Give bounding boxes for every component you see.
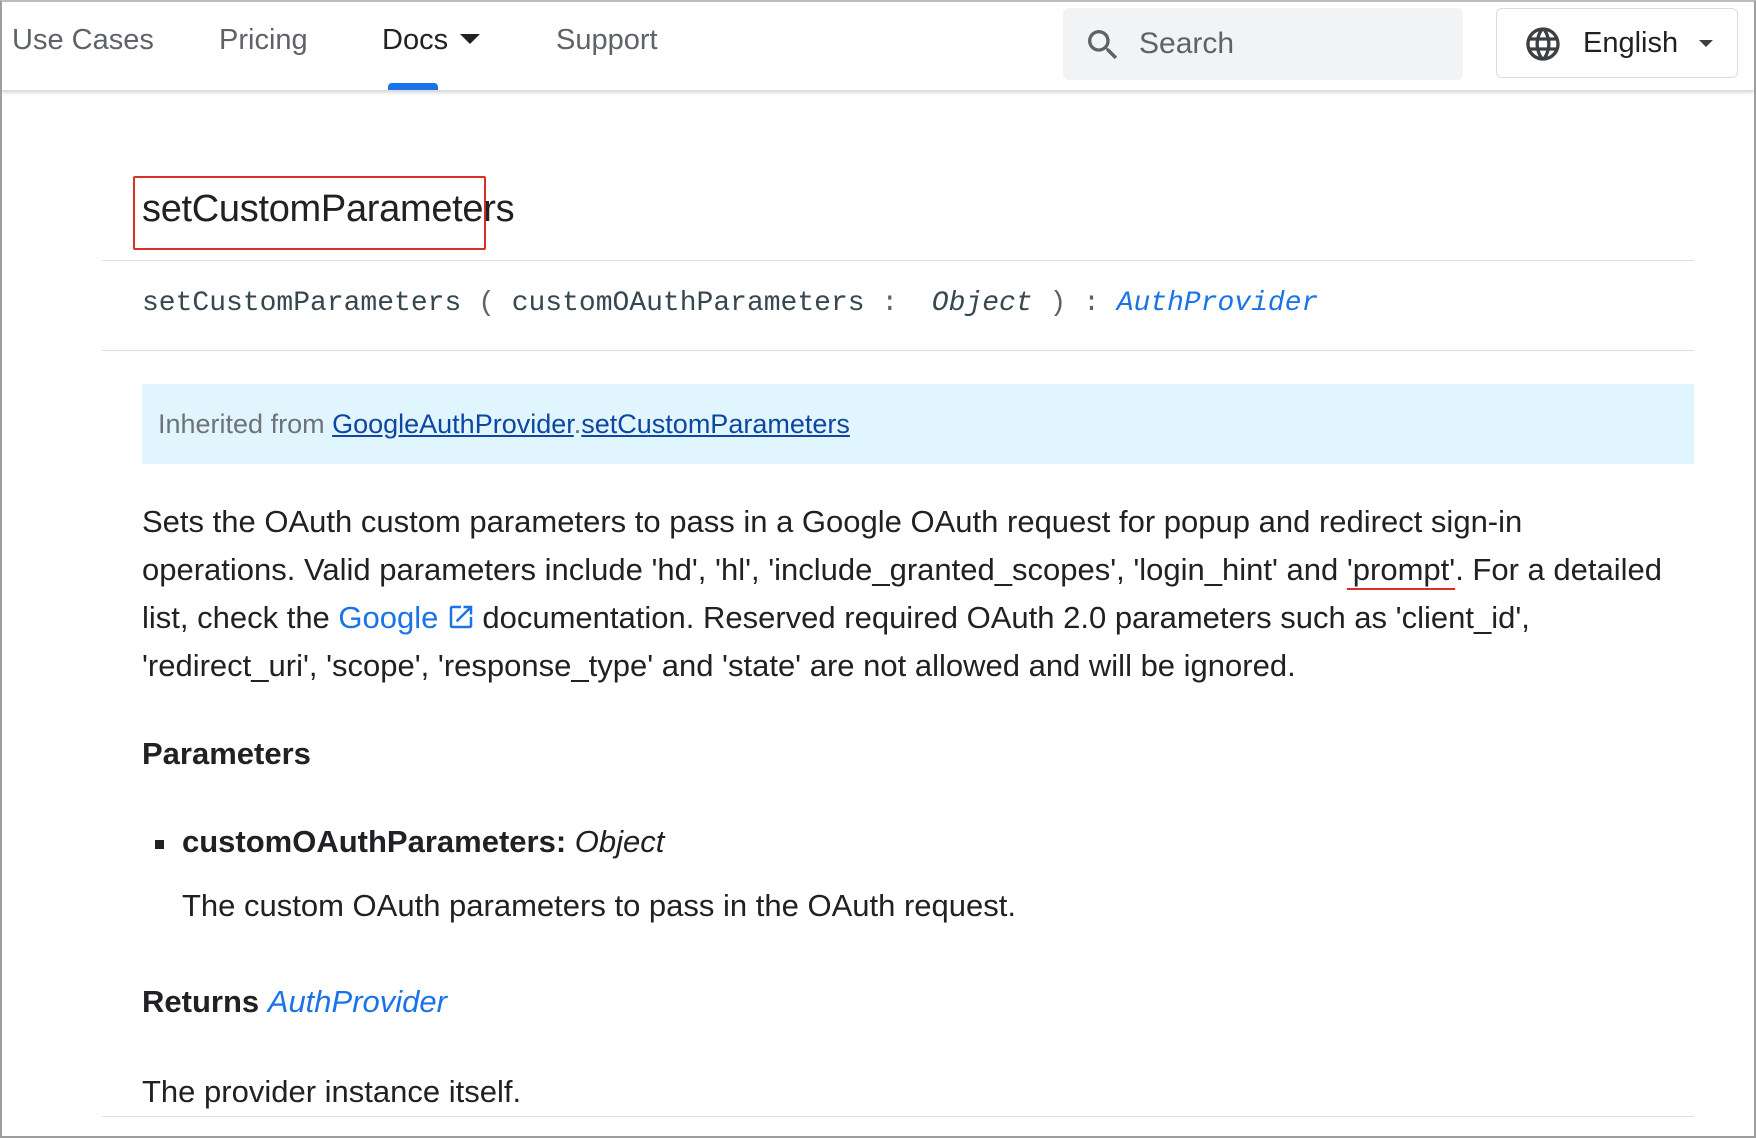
language-selector[interactable]: English	[1496, 8, 1738, 78]
divider	[102, 350, 1694, 351]
description-text: list, check the	[142, 600, 339, 635]
description-text: . For a detailed	[1455, 552, 1662, 587]
description-line: Sets the OAuth custom parameters to pass…	[142, 504, 1523, 539]
returns-type-link[interactable]: AuthProvider	[268, 984, 447, 1019]
inherited-note: Inherited from GoogleAuthProvider.setCus…	[142, 384, 1694, 464]
description-line: 'redirect_uri', 'scope', 'response_type'…	[142, 648, 1296, 683]
signature-close-paren: )	[1049, 288, 1067, 319]
nav-item-docs-label: Docs	[382, 24, 449, 56]
description-line: operations. Valid parameters include 'hd…	[142, 546, 1704, 594]
signature-return-type-link[interactable]: AuthProvider	[1117, 288, 1319, 319]
method-title: setCustomParameters	[142, 188, 515, 230]
parameters-heading: Parameters	[142, 736, 311, 771]
parameter-name: customOAuthParameters:	[182, 824, 567, 859]
nav-item-use-cases[interactable]: Use Cases	[12, 24, 154, 57]
method-signature: setCustomParameters ( customOAuthParamet…	[142, 288, 1318, 319]
inherited-prefix: Inherited from	[158, 409, 325, 439]
parameter-item: customOAuthParameters: Object	[182, 824, 664, 860]
parameter-type: Object	[574, 824, 665, 859]
description-text: operations. Valid parameters include 'hd…	[142, 552, 1347, 587]
inherited-method-link[interactable]: setCustomParameters	[581, 409, 850, 439]
nav-item-support[interactable]: Support	[556, 24, 658, 57]
parameter-description: The custom OAuth parameters to pass in t…	[182, 888, 1016, 923]
search-input[interactable]	[1139, 24, 1439, 64]
description-text: documentation. Reserved required OAuth 2…	[482, 600, 1530, 635]
chevron-down-icon	[1699, 40, 1713, 47]
google-docs-link[interactable]: Google	[338, 600, 438, 635]
inherited-class-link[interactable]: GoogleAuthProvider	[332, 409, 574, 439]
method-description: Sets the OAuth custom parameters to pass…	[142, 498, 1704, 690]
returns-row: Returns AuthProvider	[142, 984, 447, 1020]
returns-label: Returns	[142, 984, 260, 1019]
divider	[102, 1116, 1694, 1117]
language-label: English	[1583, 27, 1679, 59]
top-navigation: Use Cases Pricing Docs Support English	[2, 2, 1754, 91]
nav-item-docs[interactable]: Docs	[382, 24, 481, 57]
description-line: list, check the Google documentation. Res…	[142, 594, 1704, 642]
search-box[interactable]	[1063, 8, 1463, 80]
caret-down-icon	[460, 34, 481, 45]
signature-return-colon: :	[1083, 288, 1100, 319]
browser-viewport: Use Cases Pricing Docs Support English s…	[0, 0, 1756, 1138]
nav-item-pricing[interactable]: Pricing	[219, 24, 308, 57]
divider	[102, 260, 1694, 261]
signature-open-paren: (	[478, 288, 495, 319]
signature-param-name: customOAuthParameters	[511, 288, 865, 319]
active-tab-indicator	[388, 83, 438, 90]
signature-method-name: setCustomParameters	[142, 288, 462, 319]
bullet-icon	[155, 840, 164, 849]
external-link-icon[interactable]	[446, 602, 476, 632]
inherited-text: Inherited from GoogleAuthProvider.setCus…	[158, 409, 850, 440]
signature-colon: :	[881, 288, 899, 319]
returns-description: The provider instance itself.	[142, 1074, 522, 1109]
search-icon	[1088, 30, 1118, 60]
globe-icon	[1526, 27, 1560, 61]
signature-param-type: Object	[931, 288, 1033, 319]
spellcheck-highlight: 'prompt'	[1346, 552, 1456, 587]
